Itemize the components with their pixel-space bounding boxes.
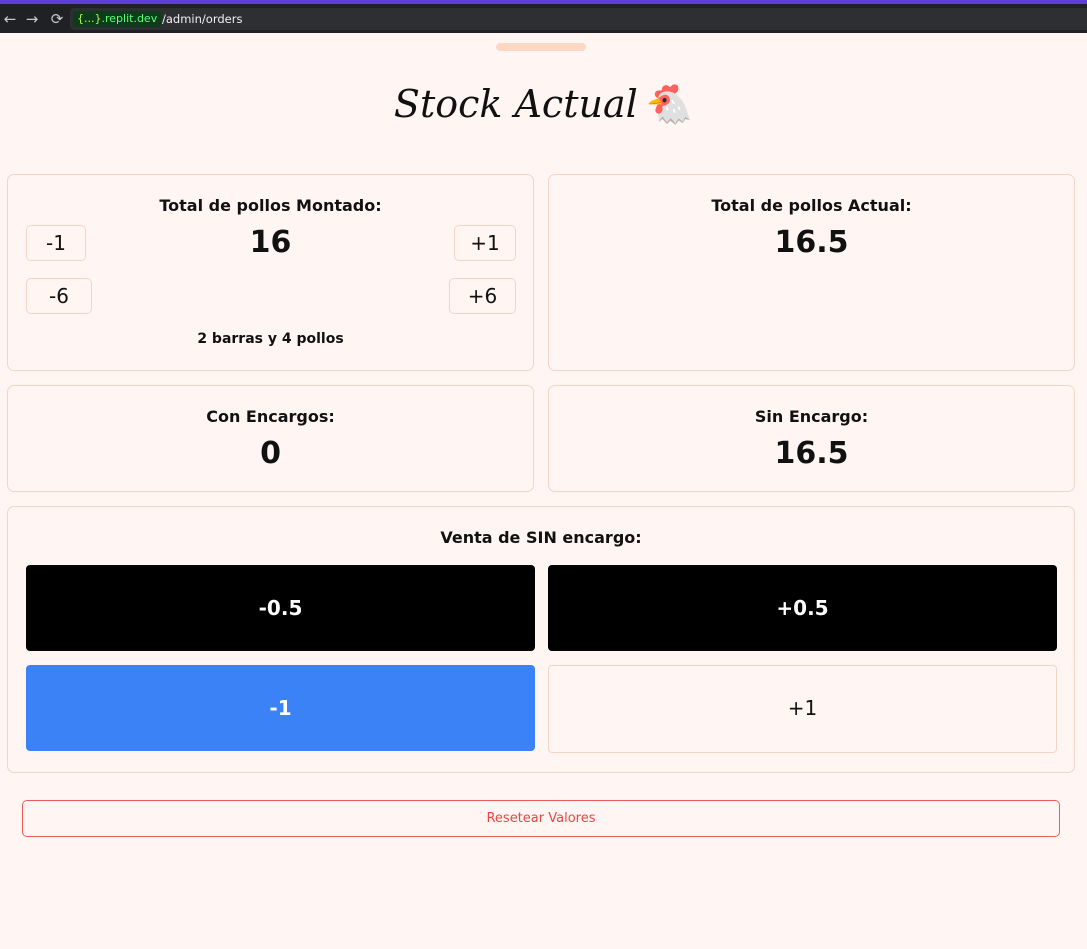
montado-plus-six-button[interactable]: +6 xyxy=(449,278,516,314)
forward-arrow-icon[interactable]: → xyxy=(22,9,42,29)
actual-label: Total de pollos Actual: xyxy=(711,196,912,215)
con-encargos-card: Con Encargos: 0 xyxy=(7,385,534,492)
reset-values-button[interactable]: Resetear Valores xyxy=(22,800,1060,837)
actual-value: 16.5 xyxy=(774,225,849,260)
sin-encargo-value: 16.5 xyxy=(774,436,849,471)
browser-toolbar: ← → ⟳ {...}.replit.dev /admin/orders xyxy=(0,0,1087,33)
drag-handle[interactable] xyxy=(496,43,586,51)
montado-card: Total de pollos Montado: 16 -1 +1 -6 +6 … xyxy=(7,174,534,371)
venta-minus-half-button[interactable]: -0.5 xyxy=(26,565,535,651)
venta-minus-one-button[interactable]: -1 xyxy=(26,665,535,751)
con-encargos-label: Con Encargos: xyxy=(206,407,335,426)
venta-label: Venta de SIN encargo: xyxy=(440,528,642,547)
back-arrow-icon[interactable]: ← xyxy=(0,9,20,29)
venta-card: Venta de SIN encargo: -0.5 +0.5 -1 +1 xyxy=(7,506,1075,773)
montado-plus-one-button[interactable]: +1 xyxy=(454,225,516,261)
con-encargos-value: 0 xyxy=(260,436,281,471)
montado-summary: 2 barras y 4 pollos xyxy=(197,331,344,347)
reload-icon[interactable]: ⟳ xyxy=(47,9,67,29)
sin-encargo-label: Sin Encargo: xyxy=(754,407,869,426)
url-host: {...}.replit.dev xyxy=(73,11,162,27)
address-bar[interactable]: {...}.replit.dev /admin/orders xyxy=(70,8,1087,30)
url-host-braces: {...} xyxy=(77,12,102,25)
montado-label: Total de pollos Montado: xyxy=(159,196,382,215)
actual-card: Total de pollos Actual: 16.5 xyxy=(548,174,1075,371)
page-title-text: Stock Actual xyxy=(393,82,638,126)
venta-plus-one-button[interactable]: +1 xyxy=(548,665,1057,753)
montado-minus-six-button[interactable]: -6 xyxy=(26,278,92,314)
sin-encargo-card: Sin Encargo: 16.5 xyxy=(548,385,1075,492)
url-host-domain: .replit.dev xyxy=(101,12,158,25)
montado-minus-one-button[interactable]: -1 xyxy=(26,225,86,261)
venta-plus-half-button[interactable]: +0.5 xyxy=(548,565,1057,651)
chicken-icon: 🐔 xyxy=(645,82,694,126)
url-path: /admin/orders xyxy=(162,12,243,26)
page-title: Stock Actual 🐔 xyxy=(0,74,1087,134)
